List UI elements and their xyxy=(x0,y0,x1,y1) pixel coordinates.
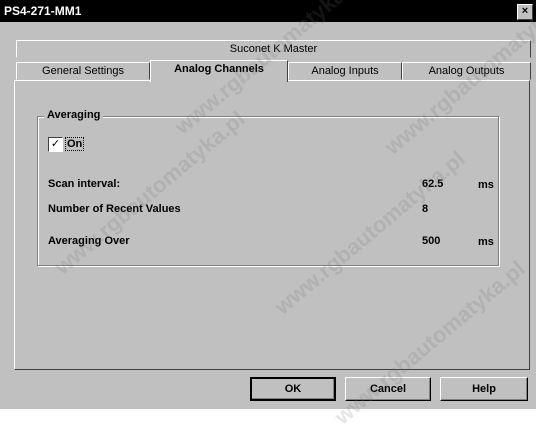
averaging-over-value: 500 xyxy=(422,235,441,247)
cancel-button[interactable]: Cancel xyxy=(345,377,431,401)
scan-interval-label: Scan interval: xyxy=(48,178,121,190)
window-title: PS4-271-MM1 xyxy=(4,4,82,18)
dialog-window: PS4-271-MM1 × Suconet K Master General S… xyxy=(0,0,536,429)
ok-button[interactable]: OK xyxy=(250,377,336,401)
title-bar: PS4-271-MM1 × xyxy=(0,0,536,22)
recent-values-label: Number of Recent Values xyxy=(48,203,181,215)
tab-analog-channels[interactable]: Analog Channels xyxy=(150,60,288,82)
averaging-on-label[interactable]: On xyxy=(65,137,85,151)
checkmark-icon: ✓ xyxy=(50,138,61,150)
averaging-over-unit: ms xyxy=(478,236,494,248)
recent-values-value: 8 xyxy=(422,203,429,215)
tab-general-settings[interactable]: General Settings xyxy=(16,62,150,80)
scan-interval-value: 62.5 xyxy=(422,178,444,190)
averaging-group-title: Averaging xyxy=(44,109,104,121)
close-button[interactable]: × xyxy=(517,4,533,20)
averaging-on-checkbox[interactable]: ✓ xyxy=(48,137,63,152)
scan-interval-unit: ms xyxy=(478,179,494,191)
averaging-groupbox: Averaging ✓ On Scan interval: 62.5 ms Nu… xyxy=(37,109,499,266)
tab-analog-inputs[interactable]: Analog Inputs xyxy=(288,62,402,80)
averaging-over-label: Averaging Over xyxy=(48,235,130,247)
tab-analog-outputs[interactable]: Analog Outputs xyxy=(402,62,531,80)
tab-panel-analog-channels: Averaging ✓ On Scan interval: 62.5 ms Nu… xyxy=(14,80,530,370)
tab-suconet-k-master[interactable]: Suconet K Master xyxy=(16,40,531,58)
close-icon[interactable]: × xyxy=(522,5,528,17)
help-button[interactable]: Help xyxy=(440,377,528,401)
